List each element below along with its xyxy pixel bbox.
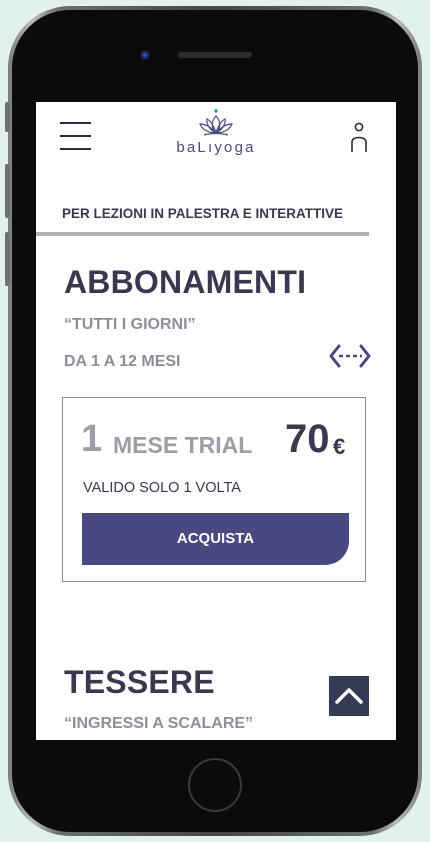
abbonamenti-title: ABBONAMENTI xyxy=(64,264,307,300)
abbonamenti-subtitle: “TUTTI I GIORNI” xyxy=(64,316,196,333)
home-button[interactable] xyxy=(188,758,242,812)
volume-down-button xyxy=(5,232,10,286)
swipe-horizontal-icon[interactable] xyxy=(328,342,372,370)
brand-logo[interactable]: baLıyoga xyxy=(156,108,276,158)
logo-text: baLıyoga xyxy=(176,139,256,156)
plan-card: 1 MESE TRIAL 70 € VALIDO SOLO 1 VOLTA AC… xyxy=(62,397,366,582)
tessere-subtitle: “INGRESSI A SCALARE” xyxy=(64,715,254,732)
plan-duration-number: 1 xyxy=(81,418,103,460)
buy-button[interactable]: ACQUISTA xyxy=(82,513,349,565)
plan-price: 70 xyxy=(285,417,330,461)
front-camera xyxy=(140,50,150,60)
earpiece-speaker xyxy=(178,52,252,58)
app-header: baLıyoga xyxy=(36,102,396,174)
plan-validity-note: VALIDO SOLO 1 VOLTA xyxy=(83,480,241,496)
mute-switch xyxy=(5,102,10,132)
user-icon[interactable] xyxy=(350,122,368,154)
plan-name: MESE TRIAL xyxy=(113,432,253,458)
plan-currency: € xyxy=(333,434,346,459)
app-screen: baLıyoga PER LEZIONI IN PALESTRA E INTER… xyxy=(36,102,396,740)
tessere-title: TESSERE xyxy=(64,664,215,700)
tagline: PER LEZIONI IN PALESTRA E INTERATTIVE xyxy=(62,206,344,221)
lotus-icon xyxy=(199,109,233,136)
hamburger-icon[interactable] xyxy=(60,122,92,152)
abbonamenti-duration: DA 1 A 12 MESI xyxy=(64,353,181,370)
section-divider xyxy=(36,232,369,236)
volume-up-button xyxy=(5,164,10,218)
scroll-to-top-button[interactable] xyxy=(329,676,369,716)
chevron-up-icon xyxy=(335,688,363,704)
